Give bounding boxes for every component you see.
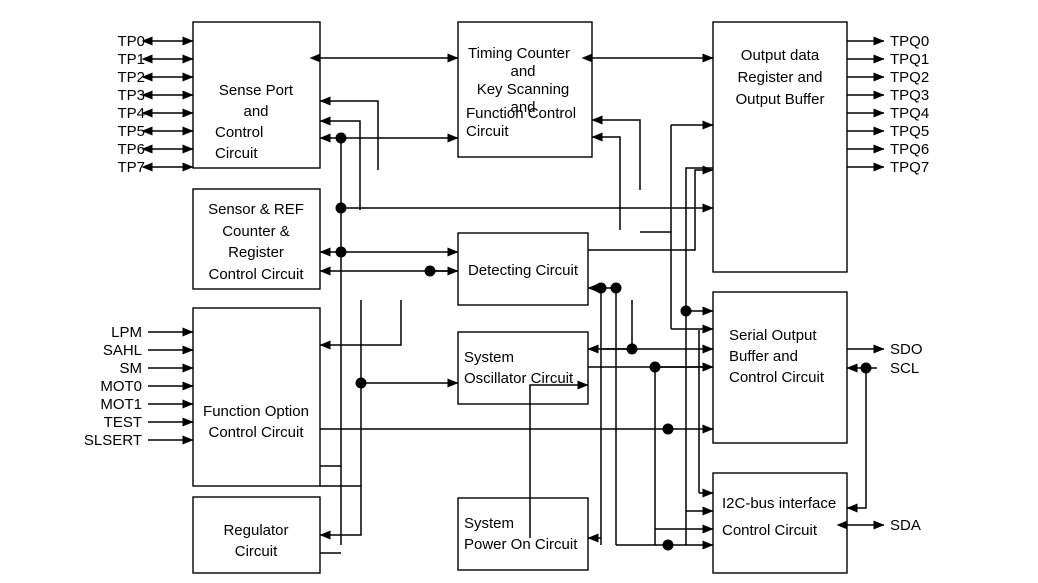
label-timing-counter-line2: Key Scanning: [477, 81, 570, 98]
label-output-data-register-line1: Register and: [737, 69, 822, 86]
pin-label-tpq0: TPQ0: [890, 33, 929, 50]
label-serial-output-line2: Control Circuit: [729, 369, 825, 386]
pin-label-test: TEST: [104, 414, 142, 431]
wire-feedback-timing-120: [591, 115, 641, 190]
label-sensor-ref-line2: Register: [228, 244, 284, 261]
pin-label-tp6: TP6: [117, 141, 145, 158]
pin-label-tpq5: TPQ5: [890, 123, 929, 140]
block-diagram-canvas: Sense Port and Control Circuit Sensor & …: [0, 0, 1038, 583]
pin-label-tp5: TP5: [117, 123, 145, 140]
pin-label-tp1: TP1: [117, 51, 145, 68]
pin-label-tpq7: TPQ7: [890, 159, 929, 176]
pin-label-tpq4: TPQ4: [890, 105, 929, 122]
label-system-oscillator-line0: System: [464, 349, 514, 366]
wire-serial-329-route: [640, 231, 672, 329]
label-serial-output-line0: Serial Output: [729, 327, 817, 344]
label-sense-port-line0: Sense Port: [219, 82, 294, 99]
block-system-power-on[interactable]: [457, 497, 589, 571]
pin-label-tp4: TP4: [117, 105, 145, 122]
label-sense-port-line2: Control: [215, 124, 263, 141]
label-function-option-line0: Function Option: [203, 403, 309, 420]
label-sensor-ref-line0: Sensor & REF: [208, 201, 304, 218]
label-timing-counter-line4: Function Control: [466, 105, 576, 122]
label-detecting-line0: Detecting Circuit: [468, 262, 579, 279]
block-function-option[interactable]: [192, 307, 321, 487]
label-timing-counter-line1: and: [510, 63, 535, 80]
pin-label-tpq2: TPQ2: [890, 69, 929, 86]
pin-label-tp3: TP3: [117, 87, 145, 104]
label-timing-counter-line5: Circuit: [466, 123, 509, 140]
junction-601-288: [595, 282, 607, 294]
bus-686-upper: [685, 167, 713, 311]
pin-label-tp2: TP2: [117, 69, 145, 86]
pin-label-sdo: SDO: [890, 341, 923, 358]
junction-668-545: [662, 539, 674, 551]
label-output-data-register-line2: Output Buffer: [736, 91, 825, 108]
label-sensor-ref-line3: Control Circuit: [208, 266, 304, 283]
block-diagram-svg: Sense Port and Control Circuit Sensor & …: [84, 21, 929, 574]
pin-label-tp0: TP0: [117, 33, 145, 50]
wire-feedback-sense-101: [319, 96, 379, 170]
label-system-power-on-line1: Power On Circuit: [464, 536, 578, 553]
pin-label-tpq1: TPQ1: [890, 51, 929, 68]
pin-label-lpm: LPM: [111, 324, 142, 341]
pin-label-tp7: TP7: [117, 159, 145, 176]
function-option-pins: LPM SAHL SM MOT0 MOT1 TEST SLSERT: [84, 324, 194, 449]
label-function-option-line1: Control Circuit: [208, 424, 304, 441]
block-system-oscillator[interactable]: [457, 331, 589, 405]
label-i2c-bus-line1: Control Circuit: [722, 522, 818, 539]
pin-label-tpq3: TPQ3: [890, 87, 929, 104]
wire-scl-to-i2c: [846, 368, 867, 513]
wire-to-oscillator-349: [587, 300, 633, 354]
label-timing-counter-line0: Timing Counter: [468, 45, 570, 62]
label-regulator-line1: Circuit: [235, 543, 278, 560]
pin-label-mot0: MOT0: [100, 378, 142, 395]
pin-label-sahl: SAHL: [103, 342, 142, 359]
label-regulator-line0: Regulator: [223, 522, 288, 539]
label-system-power-on-line0: System: [464, 515, 514, 532]
pin-label-mot1: MOT1: [100, 396, 142, 413]
sense-port-pins: TP0 TP1 TP2 TP3 TP4 TP5 TP6 TP7: [117, 33, 194, 176]
label-sense-port-line3: Circuit: [215, 145, 258, 162]
junction-668-429: [662, 423, 674, 435]
wire-feedback-timing-137: [591, 132, 621, 230]
output-buffer-pins: TPQ0 TPQ1 TPQ2 TPQ3 TPQ4 TPQ5 TPQ6 TPQ7: [847, 33, 929, 176]
pin-label-scl: SCL: [890, 360, 919, 377]
label-i2c-bus-line0: I2C-bus interface: [722, 495, 836, 512]
label-sense-port-line1: and: [243, 103, 268, 120]
pin-label-tpq6: TPQ6: [890, 141, 929, 158]
label-output-data-register-line0: Output data: [741, 47, 820, 64]
pin-label-sm: SM: [120, 360, 143, 377]
pin-label-slsert: SLSERT: [84, 432, 142, 449]
label-sensor-ref-line1: Counter &: [222, 223, 290, 240]
wire-detecting-to-output: [588, 165, 714, 251]
label-serial-output-line1: Buffer and: [729, 348, 798, 365]
block-serial-output[interactable]: [712, 291, 848, 444]
pin-label-sda: SDA: [890, 517, 921, 534]
serial-interface-pins: SDO SCL SDA: [836, 341, 923, 534]
